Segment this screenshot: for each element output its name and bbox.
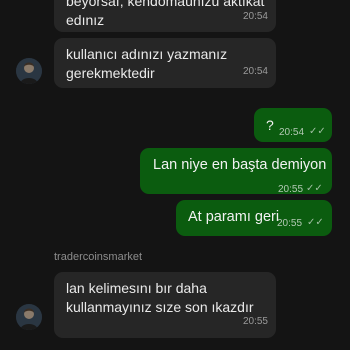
- double-check-icon: ✓✓: [309, 126, 326, 137]
- sender-avatar[interactable]: [16, 58, 42, 84]
- message-time: 20:55: [277, 218, 303, 229]
- message-text: Lan niye en başta demiyon: [153, 157, 327, 173]
- message-line: edınız: [66, 12, 105, 28]
- message-line: gerekmektedir: [66, 65, 155, 81]
- message-time: 20:54: [279, 127, 305, 138]
- message-bubble-outgoing[interactable]: Lan niye en başta demiyon 20:55 ✓✓: [140, 148, 332, 195]
- message-text: At paramı geri: [188, 209, 280, 225]
- double-check-icon: ✓✓: [306, 183, 323, 194]
- user-avatar-icon: [16, 304, 42, 330]
- user-avatar-icon: [16, 58, 42, 84]
- message-bubble-incoming[interactable]: kullanıcı adınızı yazmanız gerekmektedir…: [54, 38, 276, 88]
- sender-avatar[interactable]: [16, 304, 42, 330]
- message-bubble-incoming[interactable]: lan kelimesını bır daha kullanmayınız sı…: [54, 272, 276, 338]
- message-text: ?: [266, 117, 274, 133]
- double-check-icon: ✓✓: [307, 217, 324, 228]
- message-line: beyorsaı, kendomaunızu aktıkat: [66, 0, 265, 9]
- message-line: kullanıcı adınızı yazmanız: [66, 46, 228, 62]
- sender-name[interactable]: tradercoinsmarket: [54, 251, 142, 263]
- message-bubble-outgoing[interactable]: ? 20:54 ✓✓: [254, 108, 332, 142]
- message-text: beyorsaı, kendomaunızu aktıkat edınız: [66, 0, 266, 30]
- message-text: kullanıcı adınızı yazmanız gerekmektedir: [66, 45, 266, 83]
- message-text: lan kelimesını bır daha kullanmayınız sı…: [66, 279, 271, 317]
- message-time: 20:54: [242, 11, 268, 22]
- message-bubble-incoming[interactable]: beyorsaı, kendomaunızu aktıkat edınız 20…: [54, 0, 276, 32]
- message-line: lan kelimesını bır daha: [66, 280, 207, 296]
- message-time: 20:54: [242, 66, 268, 77]
- message-line: kullanmayınız sıze son ıkazdır: [66, 299, 254, 315]
- message-time: 20:55: [242, 316, 268, 327]
- message-time: 20:55: [278, 184, 304, 195]
- message-bubble-outgoing[interactable]: At paramı geri 20:55 ✓✓: [176, 200, 332, 236]
